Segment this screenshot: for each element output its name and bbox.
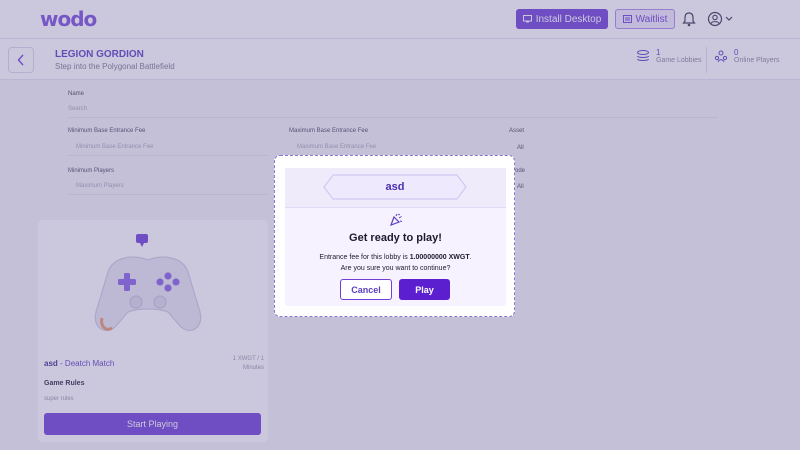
dialog-message: Entrance fee for this lobby is 1.0000000… bbox=[285, 252, 506, 274]
cancel-button[interactable]: Cancel bbox=[340, 279, 392, 300]
party-popper-icon bbox=[389, 213, 403, 227]
dialog-content: asd Get ready to play! Entrance fee for … bbox=[285, 168, 506, 306]
dialog-title: Get ready to play! bbox=[349, 232, 442, 244]
dialog-header: asd bbox=[285, 168, 506, 208]
dialog-lobby-name: asd bbox=[385, 181, 405, 193]
dialog-fee: 1.00000000 XWGT bbox=[409, 254, 470, 261]
lobby-name-banner: asd bbox=[323, 174, 467, 200]
play-button[interactable]: Play bbox=[399, 279, 450, 300]
dialog-message-prefix: Entrance fee for this lobby is bbox=[319, 254, 410, 261]
confirm-play-dialog: asd Get ready to play! Entrance fee for … bbox=[274, 155, 515, 317]
dialog-question: Are you sure you want to continue? bbox=[340, 265, 451, 272]
dialog-message-suffix: . bbox=[469, 254, 472, 261]
